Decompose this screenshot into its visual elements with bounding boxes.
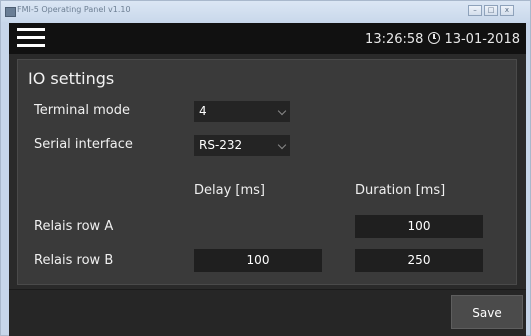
serial-interface-value: RS-232 [199, 138, 243, 152]
app-window: FMI-5 Operating Panel v1.10 – □ x 13:26:… [0, 0, 531, 336]
datetime-display: 13:26:58 13-01-2018 [365, 31, 520, 47]
top-bar: 13:26:58 13-01-2018 [9, 23, 526, 54]
app-icon [5, 7, 16, 17]
current-time: 13:26:58 [365, 32, 424, 47]
footer-bar: Save [9, 289, 526, 336]
save-button[interactable]: Save [451, 295, 523, 329]
terminal-mode-select[interactable]: 4 [194, 101, 290, 122]
chevron-down-icon [277, 140, 287, 150]
maximize-button[interactable]: □ [484, 5, 498, 16]
duration-column-header: Duration [ms] [355, 183, 446, 198]
close-button[interactable]: x [500, 5, 514, 16]
relais-row-a-label: Relais row A [34, 219, 114, 234]
hamburger-menu-icon[interactable] [17, 28, 45, 48]
io-settings-card: IO settings Terminal mode 4 Serial inter… [17, 59, 517, 285]
window-title: FMI-5 Operating Panel v1.10 [17, 5, 131, 14]
section-title: IO settings [28, 69, 115, 88]
relais-row-b-delay-field[interactable]: 100 [194, 249, 322, 272]
clock-icon [428, 32, 441, 44]
chevron-down-icon [277, 106, 287, 116]
serial-interface-label: Serial interface [34, 137, 133, 152]
current-date: 13-01-2018 [444, 32, 520, 47]
relais-row-b-label: Relais row B [34, 253, 114, 268]
main-panel: IO settings Terminal mode 4 Serial inter… [9, 54, 526, 336]
window-titlebar[interactable]: FMI-5 Operating Panel v1.10 – □ x [1, 1, 530, 22]
delay-column-header: Delay [ms] [194, 183, 265, 198]
terminal-mode-value: 4 [199, 104, 207, 118]
terminal-mode-label: Terminal mode [34, 103, 130, 118]
relais-row-a-duration-field[interactable]: 100 [355, 215, 483, 238]
minimize-button[interactable]: – [468, 5, 482, 16]
relais-row-b-duration-field[interactable]: 250 [355, 249, 483, 272]
serial-interface-select[interactable]: RS-232 [194, 135, 290, 156]
